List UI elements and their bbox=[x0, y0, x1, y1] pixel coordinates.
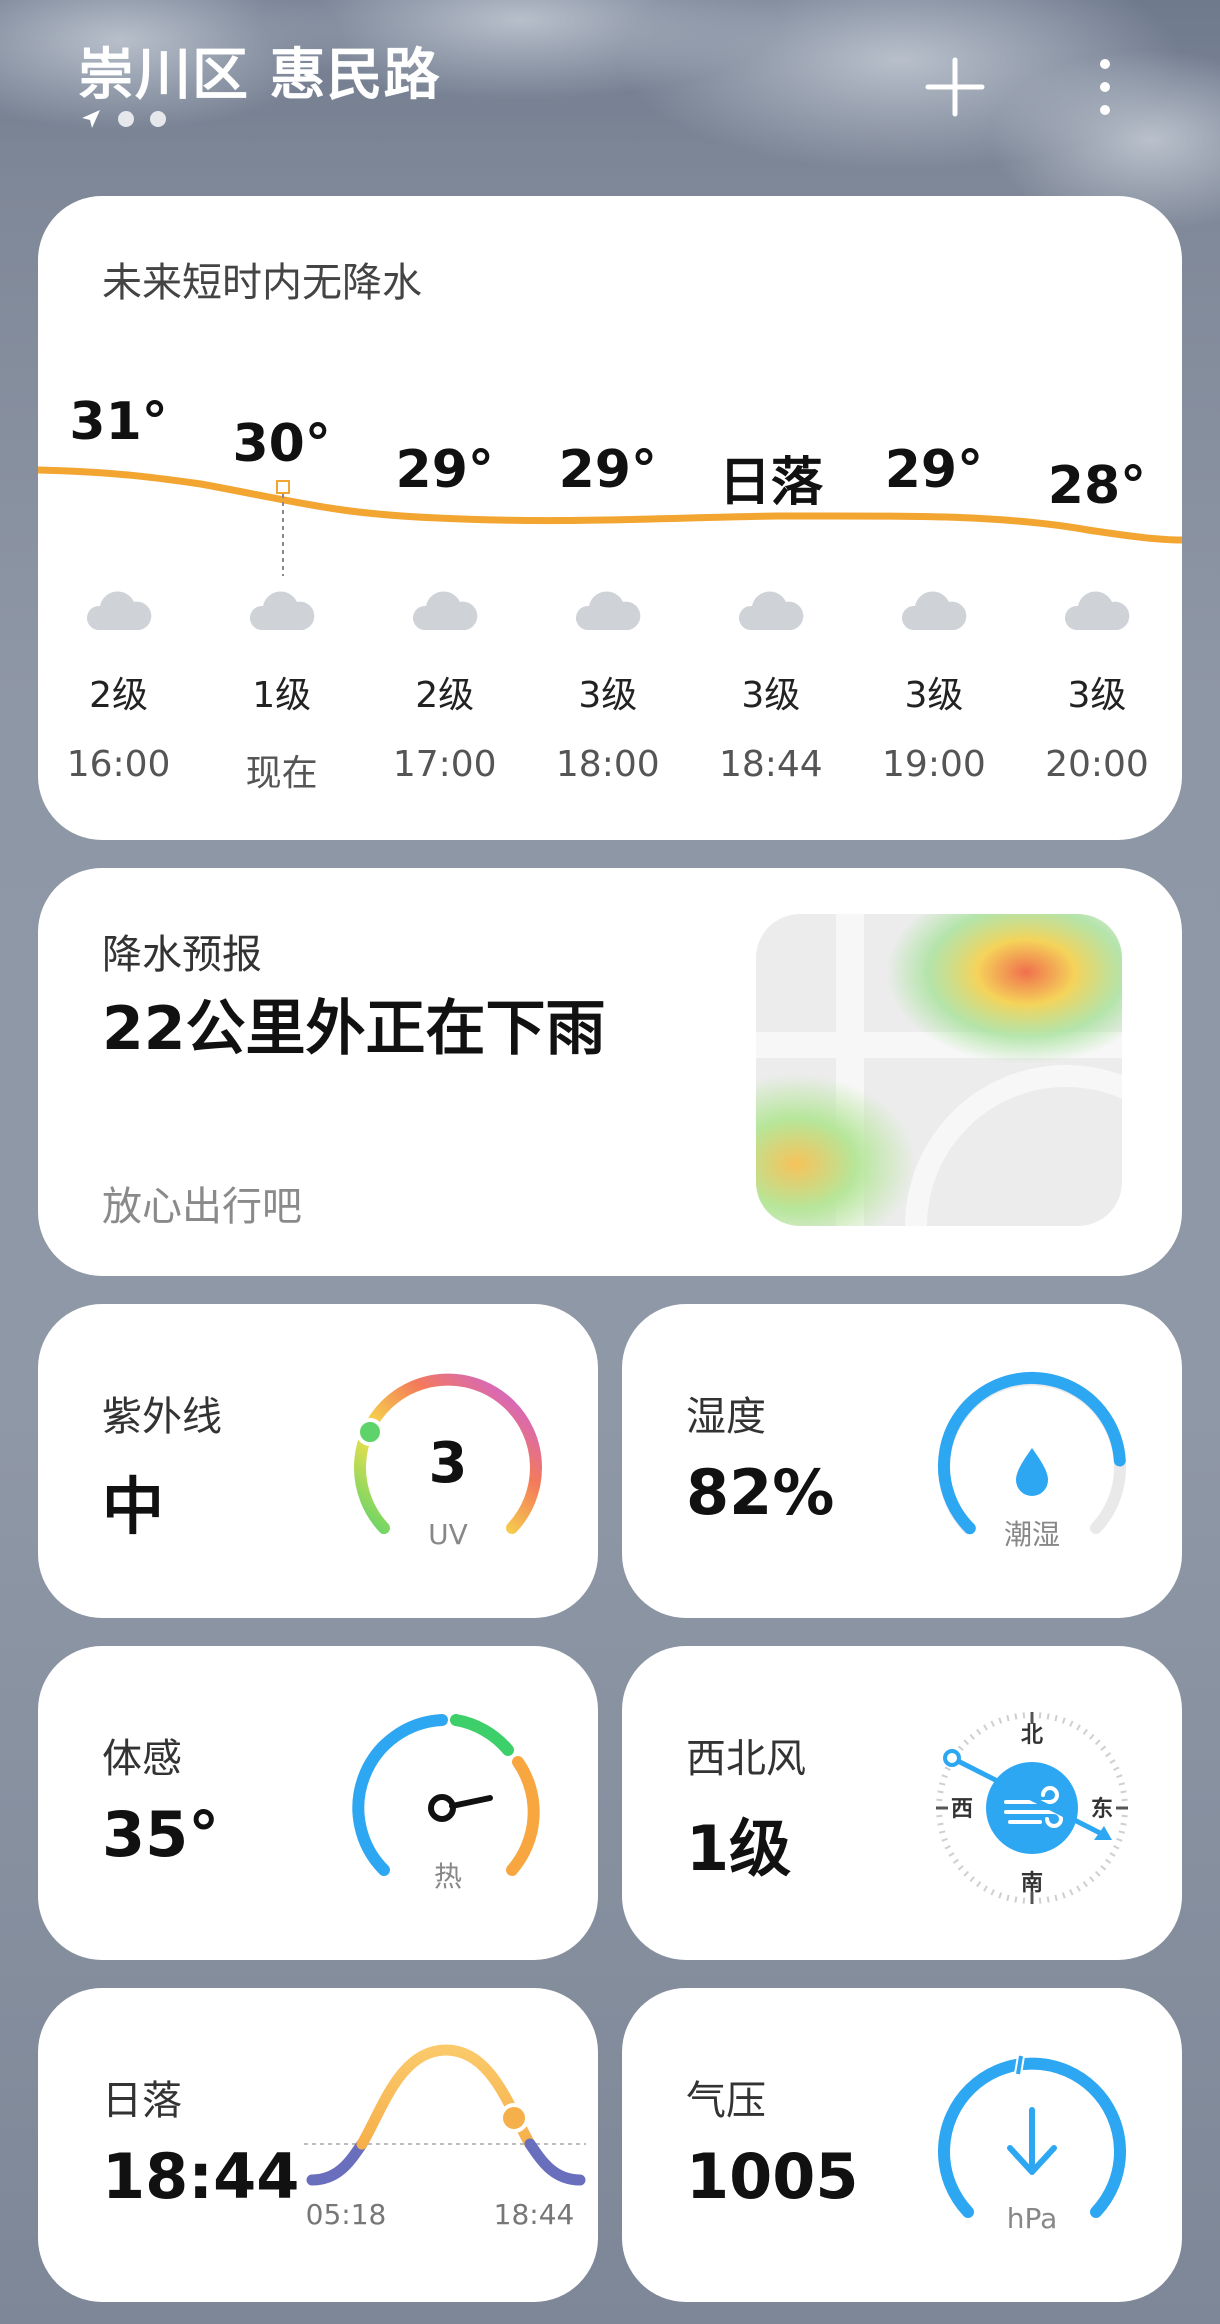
water-drop-icon bbox=[1016, 1448, 1048, 1496]
add-city-icon[interactable] bbox=[920, 52, 990, 122]
hourly-column: 29° 2级 17:00 bbox=[365, 196, 525, 840]
humidity-title: 湿度 bbox=[686, 1394, 766, 1440]
feels-label: 热 bbox=[434, 1860, 462, 1893]
hourly-temp: 28° bbox=[1047, 456, 1147, 516]
pressure-unit: hPa bbox=[1007, 2202, 1058, 2235]
pressure-title: 气压 bbox=[686, 2078, 766, 2124]
radar-map-thumbnail[interactable] bbox=[756, 914, 1122, 1226]
cloudy-icon bbox=[901, 591, 967, 630]
humidity-card[interactable]: 湿度 82% 潮湿 bbox=[622, 1304, 1182, 1618]
cloudy-icon bbox=[86, 591, 151, 630]
compass-west: 西 bbox=[951, 1797, 973, 1822]
sunset-title: 日落 bbox=[102, 2078, 182, 2124]
cloudy-icon bbox=[575, 591, 641, 630]
precip-note: 放心出行吧 bbox=[102, 1184, 302, 1230]
hourly-time: 现在 bbox=[245, 753, 318, 794]
more-menu-icon[interactable] bbox=[1070, 52, 1140, 122]
hourly-wind-level: 3级 bbox=[1067, 675, 1127, 716]
sunset-value: 18:44 bbox=[102, 2140, 300, 2213]
hourly-column: 29° 3级 18:00 bbox=[528, 196, 688, 840]
sun-position-marker bbox=[499, 2103, 529, 2133]
hourly-column: 28° 3级 20:00 bbox=[1017, 196, 1177, 840]
uv-title: 紫外线 bbox=[102, 1394, 222, 1440]
hourly-wind-level: 2级 bbox=[89, 675, 149, 716]
hourly-temp: 29° bbox=[558, 440, 657, 500]
hourly-wind-level: 1级 bbox=[252, 675, 312, 716]
hourly-wind-level: 3级 bbox=[741, 675, 801, 716]
cloudy-icon bbox=[412, 591, 478, 630]
wind-compass: 北 南 西 东 bbox=[936, 1712, 1128, 1904]
hourly-wind-level: 2级 bbox=[415, 675, 475, 716]
location-title[interactable]: 崇川区 惠民路 bbox=[78, 30, 441, 111]
uv-unit: UV bbox=[428, 1518, 468, 1551]
precip-headline: 22公里外正在下雨 bbox=[102, 994, 606, 1064]
hourly-column: 日落 3级 18:44 bbox=[691, 196, 851, 840]
page-indicator bbox=[80, 108, 166, 130]
compass-south: 南 bbox=[1021, 1871, 1043, 1896]
cloudy-icon bbox=[1064, 591, 1130, 630]
hourly-temp: 30° bbox=[232, 414, 331, 474]
pressure-value: 1005 bbox=[686, 2140, 859, 2213]
sunrise-time: 05:18 bbox=[306, 2198, 387, 2231]
feels-gauge: 热 bbox=[352, 1714, 540, 1893]
humidity-label: 潮湿 bbox=[1004, 1518, 1060, 1551]
header: 崇川区 惠民路 bbox=[0, 0, 1220, 190]
wind-value: 1级 bbox=[686, 1812, 792, 1885]
page-dot[interactable] bbox=[150, 111, 166, 127]
hourly-column: 30° 1级现在 bbox=[202, 196, 362, 840]
uv-gauge: 3 UV bbox=[354, 1373, 542, 1551]
uv-index-value: 3 bbox=[429, 1431, 468, 1496]
gauge-pivot bbox=[428, 1794, 456, 1822]
arrow-down-icon bbox=[1007, 2107, 1057, 2175]
feels-like-card[interactable]: 体感 35° 热 bbox=[38, 1646, 598, 1960]
hourly-temp: 29° bbox=[395, 440, 494, 500]
feels-value: 35° bbox=[102, 1798, 220, 1871]
hourly-time: 16:00 bbox=[66, 744, 171, 785]
gauge-needle bbox=[449, 1795, 493, 1809]
hourly-time: 19:00 bbox=[882, 744, 986, 785]
precip-title: 降水预报 bbox=[102, 932, 262, 978]
current-location-icon bbox=[82, 110, 100, 128]
humidity-value: 82% bbox=[686, 1456, 835, 1529]
hourly-column: 31° 2级 16:00 bbox=[39, 196, 199, 840]
hourly-wind-level: 3级 bbox=[578, 675, 638, 716]
hourly-temp: 29° bbox=[884, 440, 984, 500]
hourly-forecast-card[interactable]: 未来短时内无降水 31° 2级 16:00 30° 1级 现在 29° 2级 17:00 29° 3… bbox=[38, 196, 1182, 840]
sun-path-chart: 05:18 18:44 bbox=[304, 2044, 586, 2231]
sunset-card[interactable]: 日落 18:44 05:18 18:44 bbox=[38, 1988, 598, 2302]
compass-east: 东 bbox=[1091, 1796, 1113, 1822]
cloudy-icon bbox=[738, 591, 804, 630]
hourly-column: 29° 3级 19:00 bbox=[854, 196, 1014, 840]
wind-title: 西北风 bbox=[686, 1736, 806, 1782]
page-dot[interactable] bbox=[118, 111, 134, 127]
hourly-time: 20:00 bbox=[1045, 744, 1149, 785]
hourly-wind-level: 3级 bbox=[904, 675, 964, 716]
pressure-card[interactable]: 气压 1005 hPa bbox=[622, 1988, 1182, 2302]
hourly-time: 18:00 bbox=[555, 744, 660, 785]
wind-card[interactable]: 西北风 1级 北 南 西 东 bbox=[622, 1646, 1182, 1960]
hourly-temp: 日落 bbox=[718, 453, 823, 513]
hourly-time: 17:00 bbox=[392, 744, 497, 785]
sunset-time: 18:44 bbox=[494, 2198, 575, 2231]
humidity-gauge: 潮湿 bbox=[937, 1371, 1126, 1551]
hourly-temp: 31° bbox=[69, 392, 168, 452]
compass-north: 北 bbox=[1021, 1723, 1043, 1748]
pressure-gauge: hPa bbox=[938, 2055, 1126, 2235]
uv-card[interactable]: 紫外线 中 3 UV bbox=[38, 1304, 598, 1618]
uv-level: 中 bbox=[102, 1470, 165, 1543]
cloudy-icon bbox=[249, 591, 314, 630]
precipitation-card[interactable]: 降水预报 22公里外正在下雨 放心出行吧 bbox=[38, 868, 1182, 1276]
feels-title: 体感 bbox=[102, 1736, 182, 1782]
hourly-time: 18:44 bbox=[718, 744, 823, 785]
